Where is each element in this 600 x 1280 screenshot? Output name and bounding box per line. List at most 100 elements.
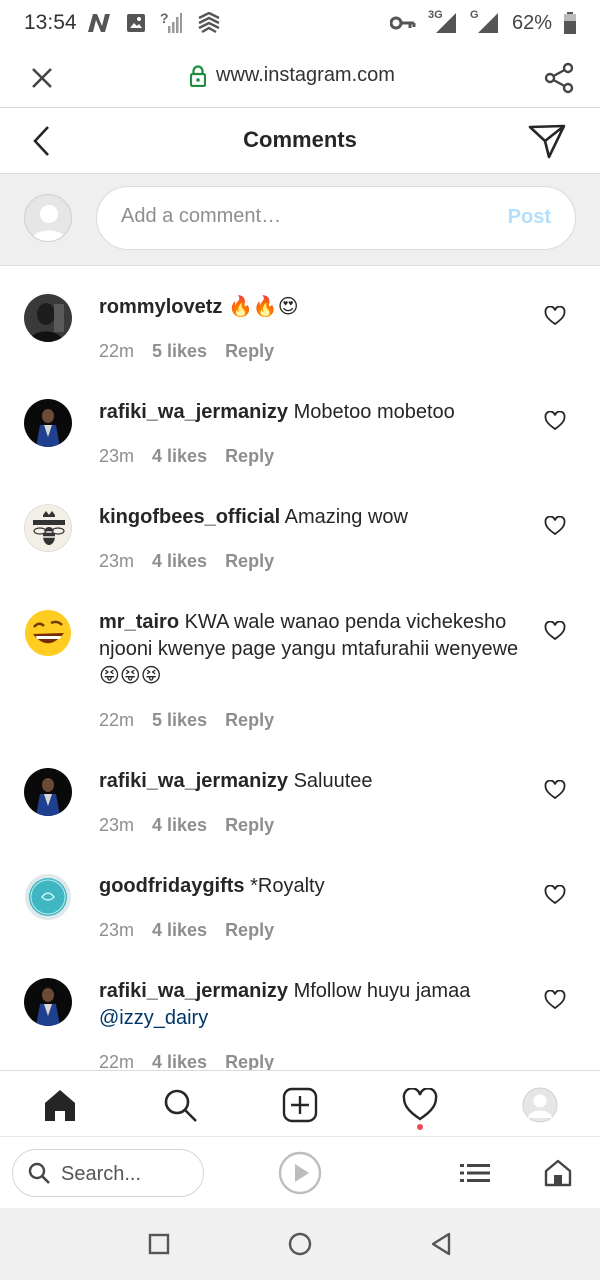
notification-dot	[417, 1124, 423, 1130]
comment-text: rafiki_wa_jermanizy Mobetoo mobetoo	[99, 399, 529, 426]
heart-icon[interactable]	[544, 411, 566, 431]
battery-icon	[564, 12, 576, 34]
back-triangle-icon[interactable]	[429, 1231, 453, 1257]
comment-username[interactable]: rafiki_wa_jermanizy	[99, 401, 288, 423]
comment-likes[interactable]: 5 likes	[152, 710, 207, 731]
signal-g-indicator: G	[470, 9, 500, 35]
menu-list-icon[interactable]	[460, 1162, 490, 1184]
comment-meta: 23m 4 likes Reply	[99, 446, 274, 467]
avatar[interactable]	[24, 609, 72, 657]
comment-username[interactable]: rafiki_wa_jermanizy	[99, 980, 288, 1002]
avatar	[24, 194, 72, 242]
comment-content: Mfollow huyu jamaa	[293, 980, 471, 1002]
comment-content: Amazing wow	[284, 506, 408, 528]
reply-button[interactable]: Reply	[225, 815, 274, 836]
mention-link[interactable]: @izzy_dairy	[99, 1007, 208, 1029]
page-title: Comments	[243, 127, 357, 152]
comments-header: Comments	[0, 108, 600, 174]
nav-profile[interactable]	[520, 1085, 560, 1125]
comment-username[interactable]: rommylovetz	[99, 296, 222, 318]
comment-text: rafiki_wa_jermanizy Saluutee	[99, 768, 529, 795]
heart-icon[interactable]	[544, 990, 566, 1010]
share-icon[interactable]	[544, 62, 574, 94]
comment-likes[interactable]: 5 likes	[152, 341, 207, 362]
n-app-icon	[88, 14, 110, 32]
comment-time: 23m	[99, 920, 135, 940]
comment-username[interactable]: mr_tairo	[99, 611, 179, 633]
heart-icon[interactable]	[544, 780, 566, 800]
nav-new-post[interactable]	[280, 1085, 320, 1125]
nav-search[interactable]	[160, 1085, 200, 1125]
avatar[interactable]	[24, 768, 72, 816]
comment-likes[interactable]: 4 likes	[152, 815, 207, 836]
heart-icon[interactable]	[544, 306, 566, 326]
reply-button[interactable]: Reply	[225, 551, 274, 572]
comment-username[interactable]: kingofbees_official	[99, 506, 280, 528]
comment-input[interactable]	[121, 205, 481, 228]
profile-icon	[522, 1087, 558, 1123]
search-icon	[164, 1089, 197, 1122]
reply-button[interactable]: Reply	[225, 341, 274, 362]
bottom-navigation	[0, 1070, 600, 1136]
heart-icon[interactable]	[544, 885, 566, 905]
comment-item: kingofbees_official Amazing wow 23m 4 li…	[0, 476, 600, 581]
comment-likes[interactable]: 4 likes	[152, 920, 207, 941]
reply-button[interactable]: Reply	[225, 446, 274, 467]
avatar[interactable]	[24, 504, 72, 552]
comment-composer: Post	[0, 174, 600, 266]
comment-likes[interactable]: 4 likes	[152, 551, 207, 572]
heart-icon[interactable]	[544, 516, 566, 536]
comment-username[interactable]: rafiki_wa_jermanizy	[99, 770, 288, 792]
system-navigation-bar	[0, 1208, 600, 1280]
comment-time: 22m	[99, 710, 135, 730]
key-icon	[389, 16, 416, 30]
play-icon[interactable]	[278, 1151, 322, 1195]
comment-content: 🔥🔥😍	[227, 296, 299, 318]
comment-time: 23m	[99, 446, 135, 466]
browser-toolbar: Search...	[0, 1136, 600, 1208]
reply-button[interactable]: Reply	[225, 920, 274, 941]
reply-button[interactable]: Reply	[225, 1052, 274, 1070]
comment-item: rafiki_wa_jermanizy Mfollow huyu jamaa @…	[0, 950, 600, 1070]
new-post-icon	[282, 1087, 318, 1123]
comment-item: goodfridaygifts *Royalty 23m 4 likes Rep…	[0, 845, 600, 950]
comment-time: 22m	[99, 1052, 135, 1070]
browser-search-box[interactable]: Search...	[12, 1149, 204, 1197]
status-bar: 13:54 ? 3G G 62%	[0, 0, 600, 48]
home-circle-icon[interactable]	[287, 1231, 313, 1257]
browser-address-bar: www.instagram.com	[0, 48, 600, 108]
url-display[interactable]: www.instagram.com	[190, 64, 395, 87]
comment-likes[interactable]: 4 likes	[152, 1052, 207, 1070]
avatar[interactable]	[24, 873, 72, 921]
avatar[interactable]	[24, 978, 72, 1026]
image-icon	[127, 14, 145, 32]
nav-home[interactable]	[40, 1085, 80, 1125]
activity-heart-icon	[402, 1088, 438, 1121]
comment-text: goodfridaygifts *Royalty	[99, 873, 529, 900]
close-icon[interactable]	[28, 64, 56, 92]
comment-time: 22m	[99, 341, 135, 361]
comment-text: rommylovetz 🔥🔥😍	[99, 294, 529, 321]
browser-home-icon[interactable]	[544, 1159, 572, 1187]
direct-message-icon[interactable]	[528, 123, 566, 159]
comment-username[interactable]: goodfridaygifts	[99, 875, 245, 897]
home-icon	[45, 1090, 75, 1121]
recents-square-icon[interactable]	[148, 1233, 170, 1255]
comment-list: rommylovetz 🔥🔥😍 22m 5 likes Reply rafiki…	[0, 266, 600, 1070]
comment-likes[interactable]: 4 likes	[152, 446, 207, 467]
avatar[interactable]	[24, 399, 72, 447]
comment-content: Saluutee	[293, 770, 373, 792]
status-time: 13:54	[24, 11, 77, 34]
comment-item: rommylovetz 🔥🔥😍 22m 5 likes Reply	[0, 266, 600, 371]
heart-icon[interactable]	[544, 621, 566, 641]
default-avatar-icon	[31, 205, 67, 241]
comment-meta: 23m 4 likes Reply	[99, 815, 274, 836]
search-icon	[28, 1162, 50, 1184]
reply-button[interactable]: Reply	[225, 710, 274, 731]
post-button[interactable]: Post	[508, 206, 551, 229]
comment-item: rafiki_wa_jermanizy Mobetoo mobetoo 23m …	[0, 371, 600, 476]
comment-time: 23m	[99, 815, 135, 835]
avatar[interactable]	[24, 294, 72, 342]
comment-text: mr_tairo KWA wale wanao penda vichekesho…	[99, 609, 529, 690]
nav-activity[interactable]	[400, 1085, 440, 1125]
